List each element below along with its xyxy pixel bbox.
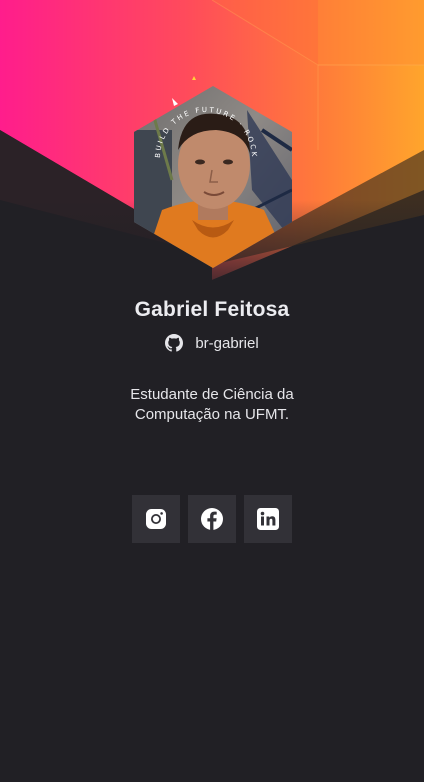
profile-name: Gabriel Feitosa (134, 298, 290, 321)
facebook-button[interactable] (188, 495, 236, 543)
github-handle: br-gabriel (195, 334, 259, 352)
github-link[interactable]: br-gabriel (0, 334, 424, 352)
linkedin-icon (256, 507, 280, 531)
social-links (0, 495, 424, 543)
github-icon (165, 334, 184, 352)
instagram-icon (144, 507, 168, 531)
facebook-icon (200, 507, 224, 531)
instagram-button[interactable] (132, 495, 180, 543)
profile-bio: Estudante de Ciência da Computação na UF… (130, 386, 294, 423)
avatar: BUILD THE FUTURE · ROCKETSEAT (132, 70, 294, 270)
linkedin-button[interactable] (244, 495, 292, 543)
